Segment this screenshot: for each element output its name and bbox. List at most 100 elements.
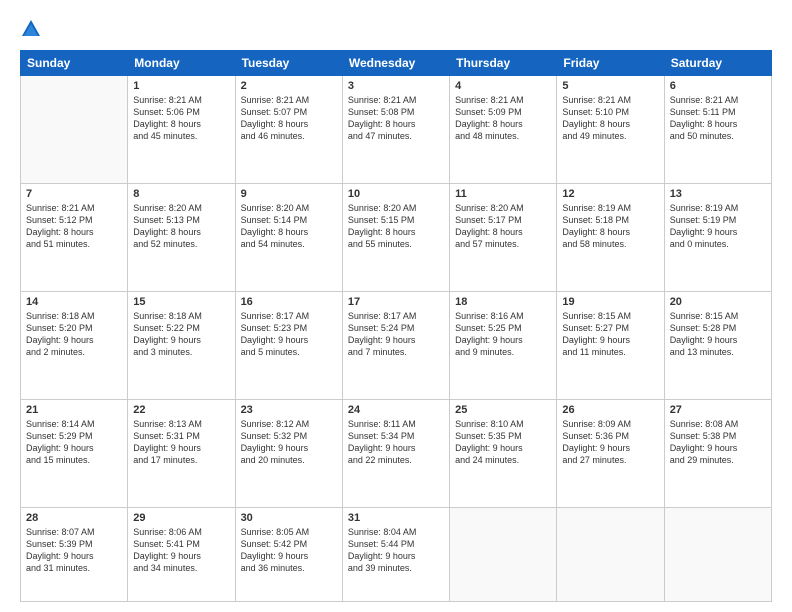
day-number: 3 [348, 80, 444, 92]
calendar-cell: 6 Sunrise: 8:21 AM Sunset: 5:11 PM Daylig… [664, 76, 771, 184]
day-info: Sunrise: 8:21 AM Sunset: 5:09 PM Dayligh… [455, 94, 551, 143]
calendar-cell: 29Sunrise: 8:06 AM Sunset: 5:41 PM Dayli… [128, 507, 235, 601]
day-number: 14 [26, 296, 122, 308]
weekday-header-wednesday: Wednesday [342, 51, 449, 76]
calendar-cell: 16 Sunrise: 8:17 AM Sunset: 5:23 PM Dayli… [235, 291, 342, 399]
week-row-2: 7 Sunrise: 8:21 AM Sunset: 5:12 PM Daylig… [21, 183, 772, 291]
calendar-cell [664, 507, 771, 601]
calendar-table: SundayMondayTuesdayWednesdayThursdayFrid… [20, 50, 772, 602]
header [20, 18, 772, 40]
day-number: 30 [241, 512, 337, 524]
calendar-cell: 18 Sunrise: 8:16 AM Sunset: 5:25 PM Dayli… [450, 291, 557, 399]
calendar-cell: 21 Sunrise: 8:14 AM Sunset: 5:29 PM Dayli… [21, 399, 128, 507]
weekday-header-thursday: Thursday [450, 51, 557, 76]
weekday-header-saturday: Saturday [664, 51, 771, 76]
calendar-cell: 28 Sunrise: 8:07 AM Sunset: 5:39 PM Dayli… [21, 507, 128, 601]
calendar-cell: 11Sunrise: 8:20 AM Sunset: 5:17 PM Dayli… [450, 183, 557, 291]
calendar-cell: 7 Sunrise: 8:21 AM Sunset: 5:12 PM Daylig… [21, 183, 128, 291]
day-number: 7 [26, 188, 122, 200]
day-info: Sunrise: 8:17 AM Sunset: 5:23 PM Dayligh… [241, 310, 337, 359]
day-info: Sunrise: 8:20 AM Sunset: 5:17 PM Dayligh… [455, 202, 551, 251]
day-number: 26 [562, 404, 658, 416]
calendar-cell: 31 Sunrise: 8:04 AM Sunset: 5:44 PM Dayli… [342, 507, 449, 601]
day-info: Sunrise: 8:08 AM Sunset: 5:38 PM Dayligh… [670, 418, 766, 467]
day-info: Sunrise: 8:12 AM Sunset: 5:32 PM Dayligh… [241, 418, 337, 467]
day-info: Sunrise: 8:13 AM Sunset: 5:31 PM Dayligh… [133, 418, 229, 467]
day-info: Sunrise: 8:21 AM Sunset: 5:06 PM Dayligh… [133, 94, 229, 143]
day-number: 2 [241, 80, 337, 92]
day-info: Sunrise: 8:15 AM Sunset: 5:27 PM Dayligh… [562, 310, 658, 359]
day-info: Sunrise: 8:10 AM Sunset: 5:35 PM Dayligh… [455, 418, 551, 467]
day-number: 9 [241, 188, 337, 200]
day-number: 17 [348, 296, 444, 308]
calendar-cell: 27Sunrise: 8:08 AM Sunset: 5:38 PM Dayli… [664, 399, 771, 507]
day-info: Sunrise: 8:19 AM Sunset: 5:19 PM Dayligh… [670, 202, 766, 251]
day-info: Sunrise: 8:21 AM Sunset: 5:12 PM Dayligh… [26, 202, 122, 251]
day-info: Sunrise: 8:07 AM Sunset: 5:39 PM Dayligh… [26, 526, 122, 575]
day-info: Sunrise: 8:11 AM Sunset: 5:34 PM Dayligh… [348, 418, 444, 467]
day-info: Sunrise: 8:21 AM Sunset: 5:10 PM Dayligh… [562, 94, 658, 143]
week-row-1: 1 Sunrise: 8:21 AM Sunset: 5:06 PM Daylig… [21, 76, 772, 184]
day-number: 21 [26, 404, 122, 416]
logo [20, 18, 46, 40]
day-number: 18 [455, 296, 551, 308]
day-number: 8 [133, 188, 229, 200]
day-number: 22 [133, 404, 229, 416]
calendar-cell: 13Sunrise: 8:19 AM Sunset: 5:19 PM Dayli… [664, 183, 771, 291]
day-number: 10 [348, 188, 444, 200]
day-info: Sunrise: 8:20 AM Sunset: 5:13 PM Dayligh… [133, 202, 229, 251]
day-info: Sunrise: 8:06 AM Sunset: 5:41 PM Dayligh… [133, 526, 229, 575]
calendar-cell: 2 Sunrise: 8:21 AM Sunset: 5:07 PM Daylig… [235, 76, 342, 184]
day-info: Sunrise: 8:14 AM Sunset: 5:29 PM Dayligh… [26, 418, 122, 467]
day-number: 28 [26, 512, 122, 524]
day-number: 1 [133, 80, 229, 92]
calendar-cell: 26 Sunrise: 8:09 AM Sunset: 5:36 PM Dayli… [557, 399, 664, 507]
calendar-cell: 17 Sunrise: 8:17 AM Sunset: 5:24 PM Dayli… [342, 291, 449, 399]
day-info: Sunrise: 8:17 AM Sunset: 5:24 PM Dayligh… [348, 310, 444, 359]
calendar-cell: 12 Sunrise: 8:19 AM Sunset: 5:18 PM Dayli… [557, 183, 664, 291]
day-number: 19 [562, 296, 658, 308]
calendar-cell: 19 Sunrise: 8:15 AM Sunset: 5:27 PM Dayli… [557, 291, 664, 399]
day-info: Sunrise: 8:16 AM Sunset: 5:25 PM Dayligh… [455, 310, 551, 359]
calendar-cell: 20 Sunrise: 8:15 AM Sunset: 5:28 PM Dayli… [664, 291, 771, 399]
calendar-cell [21, 76, 128, 184]
day-info: Sunrise: 8:15 AM Sunset: 5:28 PM Dayligh… [670, 310, 766, 359]
day-info: Sunrise: 8:21 AM Sunset: 5:08 PM Dayligh… [348, 94, 444, 143]
calendar-cell: 14 Sunrise: 8:18 AM Sunset: 5:20 PM Dayli… [21, 291, 128, 399]
logo-icon [20, 18, 42, 40]
day-number: 15 [133, 296, 229, 308]
day-number: 24 [348, 404, 444, 416]
calendar-cell: 25 Sunrise: 8:10 AM Sunset: 5:35 PM Dayli… [450, 399, 557, 507]
day-number: 16 [241, 296, 337, 308]
day-number: 6 [670, 80, 766, 92]
day-info: Sunrise: 8:20 AM Sunset: 5:15 PM Dayligh… [348, 202, 444, 251]
day-info: Sunrise: 8:21 AM Sunset: 5:07 PM Dayligh… [241, 94, 337, 143]
calendar-cell: 15 Sunrise: 8:18 AM Sunset: 5:22 PM Dayli… [128, 291, 235, 399]
day-number: 31 [348, 512, 444, 524]
calendar-cell: 3 Sunrise: 8:21 AM Sunset: 5:08 PM Daylig… [342, 76, 449, 184]
weekday-header-monday: Monday [128, 51, 235, 76]
day-info: Sunrise: 8:09 AM Sunset: 5:36 PM Dayligh… [562, 418, 658, 467]
day-number: 12 [562, 188, 658, 200]
calendar-cell: 23 Sunrise: 8:12 AM Sunset: 5:32 PM Dayli… [235, 399, 342, 507]
week-row-4: 21 Sunrise: 8:14 AM Sunset: 5:29 PM Dayli… [21, 399, 772, 507]
calendar-cell: 22 Sunrise: 8:13 AM Sunset: 5:31 PM Dayli… [128, 399, 235, 507]
day-number: 25 [455, 404, 551, 416]
day-number: 4 [455, 80, 551, 92]
day-number: 23 [241, 404, 337, 416]
calendar-cell: 30Sunrise: 8:05 AM Sunset: 5:42 PM Dayli… [235, 507, 342, 601]
weekday-header-tuesday: Tuesday [235, 51, 342, 76]
day-number: 5 [562, 80, 658, 92]
day-number: 20 [670, 296, 766, 308]
day-info: Sunrise: 8:04 AM Sunset: 5:44 PM Dayligh… [348, 526, 444, 575]
day-info: Sunrise: 8:21 AM Sunset: 5:11 PM Dayligh… [670, 94, 766, 143]
week-row-5: 28 Sunrise: 8:07 AM Sunset: 5:39 PM Dayli… [21, 507, 772, 601]
calendar-cell: 1 Sunrise: 8:21 AM Sunset: 5:06 PM Daylig… [128, 76, 235, 184]
day-info: Sunrise: 8:18 AM Sunset: 5:22 PM Dayligh… [133, 310, 229, 359]
day-info: Sunrise: 8:19 AM Sunset: 5:18 PM Dayligh… [562, 202, 658, 251]
day-info: Sunrise: 8:18 AM Sunset: 5:20 PM Dayligh… [26, 310, 122, 359]
calendar-cell: 9Sunrise: 8:20 AM Sunset: 5:14 PM Daylig… [235, 183, 342, 291]
calendar-cell [450, 507, 557, 601]
calendar-cell: 10 Sunrise: 8:20 AM Sunset: 5:15 PM Dayli… [342, 183, 449, 291]
calendar-cell: 24 Sunrise: 8:11 AM Sunset: 5:34 PM Dayli… [342, 399, 449, 507]
